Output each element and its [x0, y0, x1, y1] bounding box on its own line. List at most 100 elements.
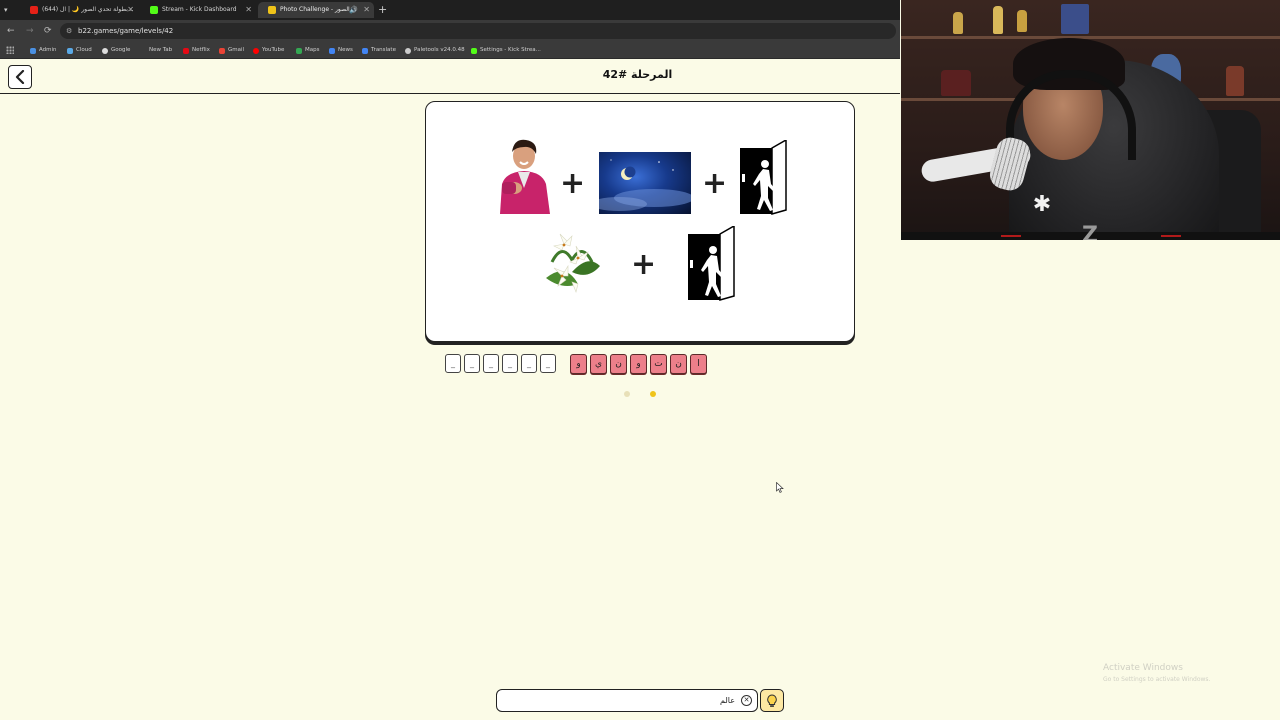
bookmark-kick-settings[interactable]: Settings - Kick Strea... — [471, 45, 541, 56]
letter-tile[interactable]: ت — [650, 354, 667, 374]
man-pointing-image — [496, 138, 552, 214]
frame-accent — [1161, 235, 1181, 237]
framed-award — [1061, 4, 1089, 34]
level-title: المرحلة #42 — [602, 68, 673, 81]
bookmarks-bar: Admin Cloud Google New Tab Netflix Gmail… — [0, 42, 900, 59]
bookmark-favicon-icon — [183, 48, 189, 54]
activate-windows-watermark: Activate Windows Go to Settings to activ… — [1103, 663, 1210, 683]
exit-door-icon — [688, 226, 735, 301]
z-logo-icon: Z — [1082, 223, 1098, 241]
bookmark-label: Google — [111, 47, 131, 53]
bookmark-favicon-icon — [67, 48, 73, 54]
bookmark-favicon-icon — [253, 48, 259, 54]
bookmark-google[interactable]: Google — [102, 45, 130, 56]
tab-search-icon[interactable]: ▾ — [4, 2, 8, 18]
close-tab-icon[interactable]: ✕ — [127, 2, 134, 18]
letter-tile[interactable]: و — [630, 354, 647, 374]
clear-input-icon[interactable]: ✕ — [741, 695, 752, 706]
bookmark-label: New Tab — [149, 47, 173, 53]
answer-slot[interactable]: _ — [483, 354, 499, 373]
bookmark-label: Paletools v24.0.48 — [414, 47, 465, 53]
apps-grid-icon[interactable] — [6, 46, 14, 54]
bookmark-favicon-icon — [296, 48, 302, 54]
bookmark-favicon-icon — [405, 48, 411, 54]
bookmark-favicon-icon — [471, 48, 477, 54]
answer-row: _ _ _ _ _ _ ا ن ت و ن ي و — [445, 354, 715, 374]
tab-title: Photo Challenge - ي الصور — [280, 6, 357, 13]
trophy-figure — [1017, 10, 1027, 32]
figure-collectible — [941, 70, 971, 96]
bookmark-favicon-icon — [219, 48, 225, 54]
speaker-icon[interactable]: 🔊 — [349, 2, 358, 18]
bookmark-favicon-icon — [30, 48, 36, 54]
bookmark-favicon-icon — [102, 48, 108, 54]
tab-photo-challenge[interactable]: Photo Challenge - ي الصور 🔊 ✕ — [258, 2, 374, 18]
shelf — [901, 36, 1280, 39]
letter-tile[interactable]: ا — [690, 354, 707, 374]
site-info-icon[interactable]: ⚙ — [66, 23, 72, 39]
progress-dot-inactive — [624, 391, 630, 397]
bookmark-cloud[interactable]: Cloud — [67, 45, 92, 56]
letter-tile[interactable]: ي — [590, 354, 607, 374]
trophy-figure — [953, 12, 963, 34]
answer-slot[interactable]: _ — [521, 354, 537, 373]
bookmark-translate[interactable]: Translate — [362, 45, 396, 56]
plus-icon: + — [631, 247, 657, 282]
activate-title: Activate Windows — [1103, 663, 1183, 673]
back-arrow-icon[interactable]: ← — [7, 24, 15, 38]
bookmark-news[interactable]: News — [329, 45, 353, 56]
forward-arrow-icon[interactable]: → — [26, 24, 34, 38]
plus-icon: + — [702, 166, 728, 201]
game-favicon-icon — [268, 6, 276, 14]
bookmark-favicon-icon — [362, 48, 368, 54]
progress-dot-active — [650, 391, 656, 397]
back-button[interactable] — [8, 65, 32, 89]
hint-button[interactable] — [760, 689, 784, 712]
close-tab-icon[interactable]: ✕ — [245, 2, 252, 18]
letter-tile[interactable]: و — [570, 354, 587, 374]
bookmark-paletools[interactable]: Paletools v24.0.48 — [405, 45, 465, 56]
tab-youtube[interactable]: (644) بطولة تحدي الصور 🌙 | ال... ✕ — [20, 2, 138, 18]
tab-title: Stream - Kick Dashboard — [162, 6, 237, 13]
bookmark-gmail[interactable]: Gmail — [219, 45, 244, 56]
frame-accent — [1001, 235, 1021, 237]
bookmark-maps[interactable]: Maps — [296, 45, 319, 56]
bookmark-label: News — [338, 47, 353, 53]
bookmark-label: Maps — [305, 47, 320, 53]
browser-toolbar: ← → ⟳ ⚙ b22.games/game/levels/42 — [0, 20, 900, 42]
tab-title: (644) بطولة تحدي الصور 🌙 | ال... — [42, 6, 134, 13]
guess-input-bar: ✕ — [496, 689, 758, 712]
answer-slot[interactable]: _ — [502, 354, 518, 373]
close-tab-icon[interactable]: ✕ — [363, 2, 370, 18]
bookmark-new-tab[interactable]: New Tab — [140, 45, 172, 56]
bookmark-label: Admin — [39, 47, 57, 53]
address-bar[interactable]: ⚙ b22.games/game/levels/42 — [60, 23, 896, 39]
puzzle-card: + + + — [425, 101, 855, 342]
bookmark-label: Settings - Kick Strea... — [480, 47, 541, 53]
answer-slot[interactable]: _ — [464, 354, 480, 373]
bookmark-label: Cloud — [76, 47, 92, 53]
crescent-moon-icon — [591, 159, 694, 211]
bookmark-youtube[interactable]: YouTube — [253, 45, 284, 56]
guess-input[interactable] — [503, 692, 735, 708]
mouse-cursor-icon — [776, 482, 784, 493]
bookmark-admin[interactable]: Admin — [30, 45, 57, 56]
lightbulb-icon — [767, 693, 777, 707]
lily-flower-image — [546, 233, 600, 293]
letter-tile[interactable]: ن — [670, 354, 687, 374]
answer-slot[interactable]: _ — [540, 354, 556, 373]
browser-tab-bar: ▾ (644) بطولة تحدي الصور 🌙 | ال... ✕ Str… — [0, 0, 900, 20]
tab-kick-dashboard[interactable]: Stream - Kick Dashboard ✕ — [140, 2, 256, 18]
new-tab-plus-icon[interactable]: + — [378, 2, 387, 18]
palm-tree-logo-icon: ✱ — [1032, 192, 1052, 217]
exit-door-icon — [740, 140, 787, 215]
reload-icon[interactable]: ⟳ — [44, 24, 52, 38]
figure-collectible — [1226, 66, 1244, 96]
bookmark-netflix[interactable]: Netflix — [183, 45, 210, 56]
answer-slot[interactable]: _ — [445, 354, 461, 373]
level-header: المرحلة #42 — [0, 60, 900, 94]
url-text: b22.games/game/levels/42 — [78, 27, 174, 35]
letter-tile[interactable]: ن — [610, 354, 627, 374]
plus-icon: + — [560, 166, 586, 201]
bookmark-label: Netflix — [192, 47, 210, 53]
